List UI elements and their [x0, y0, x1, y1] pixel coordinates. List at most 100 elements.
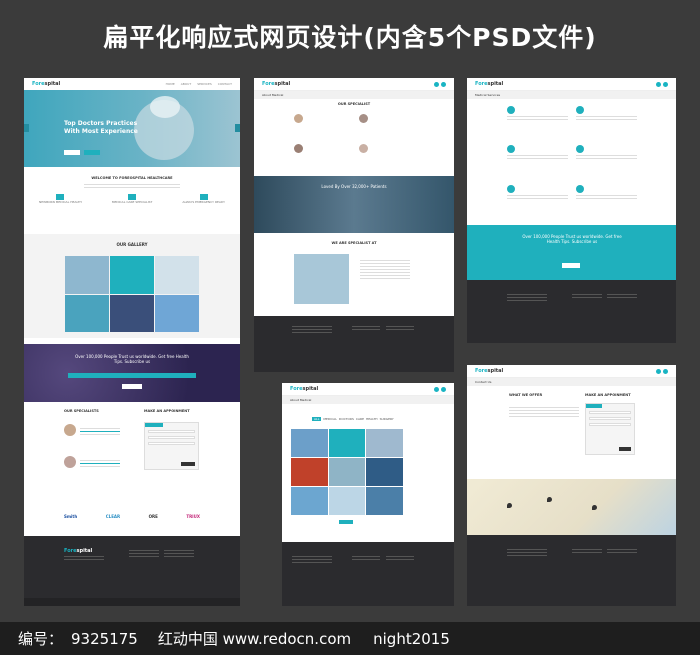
page-subheader: Medical Services [467, 91, 676, 99]
gallery-image[interactable] [155, 256, 199, 294]
name-field[interactable] [589, 411, 631, 414]
nav-bar: Forespital [467, 78, 676, 91]
form-tab[interactable] [145, 423, 163, 427]
gallery-image[interactable] [328, 429, 366, 457]
email-field[interactable] [148, 436, 195, 439]
hero-button-2[interactable] [84, 150, 100, 155]
subscribe-button[interactable] [122, 384, 142, 389]
logo[interactable]: Forespital [475, 81, 503, 87]
map-pin-icon[interactable] [507, 503, 512, 508]
nav-bar: Forespital [467, 365, 676, 378]
location-map[interactable] [467, 479, 676, 535]
nav-dot[interactable] [434, 81, 439, 87]
gallery-image[interactable] [65, 294, 109, 332]
id-value: 9325175 [71, 629, 138, 648]
gallery-image[interactable] [291, 458, 328, 486]
doctor-image [294, 254, 349, 304]
page-subheader: About Medical [254, 91, 454, 99]
load-more-button[interactable] [339, 520, 353, 524]
tab-health[interactable]: HEALTH [366, 417, 378, 421]
feature: MEDICAL CARE SPECIALIST [112, 194, 152, 204]
nav-dot[interactable] [434, 386, 439, 392]
gallery-image[interactable] [291, 487, 328, 515]
gallery-image[interactable] [328, 458, 366, 486]
gallery-image[interactable] [291, 429, 328, 457]
gallery-image[interactable] [155, 294, 199, 332]
tab-all[interactable]: ALL [312, 417, 322, 421]
avatar [64, 456, 76, 468]
gallery-image[interactable] [110, 256, 154, 294]
gallery-image[interactable] [366, 487, 403, 515]
slider-prev-icon[interactable] [24, 124, 29, 132]
date-field[interactable] [148, 442, 195, 445]
hero: Top Doctors Practices With Most Experien… [24, 90, 240, 167]
service-icon [576, 145, 584, 154]
tab-doctors[interactable]: DOCTORS [339, 417, 354, 421]
avatar [64, 424, 76, 436]
logo[interactable]: Forespital [262, 81, 290, 87]
subscribe-button[interactable] [562, 263, 580, 268]
gallery-image[interactable] [366, 458, 403, 486]
logo[interactable]: Forespital [475, 368, 503, 374]
avatar [294, 114, 303, 123]
nav-dot[interactable] [441, 386, 446, 392]
submit-button[interactable] [619, 447, 631, 451]
page-home-preview: Forespital HOME ABOUT SERVICES CONTACT T… [24, 78, 240, 606]
submit-button[interactable] [181, 462, 195, 466]
site-footer [467, 280, 676, 343]
tab-surgery[interactable]: SURGERY [380, 417, 394, 421]
nav-dot[interactable] [663, 368, 668, 374]
nav-dot[interactable] [656, 81, 661, 87]
hero-subtitle: With Most Experience [64, 128, 138, 135]
gallery-image[interactable] [328, 487, 366, 515]
site-footer [282, 542, 454, 606]
partner-logo: TRIUX [186, 514, 200, 519]
trust-text: Over 100,000 People Trust us worldwide. … [75, 354, 189, 364]
hero-button[interactable] [64, 150, 80, 155]
service-item [576, 145, 637, 176]
service-icon [576, 184, 584, 193]
appointment-heading: MAKE AN APPOINMENT [585, 393, 631, 397]
email-field[interactable] [589, 417, 631, 420]
welcome-heading: WELCOME TO FOREOSPITAL HEALTHCARE [91, 176, 173, 180]
service-item [576, 184, 637, 216]
page-gallery-preview: Forespital About Medical ALL MEDICAL DOC… [282, 383, 454, 606]
page-subheader: Contact Us [467, 378, 676, 386]
avatar [359, 144, 368, 153]
nav-dot[interactable] [663, 81, 668, 87]
nav-item[interactable]: CONTACT [218, 82, 232, 86]
nav-item[interactable]: SERVICES [197, 82, 212, 86]
id-label: 编号： [18, 630, 64, 648]
gallery-tabs: ALL MEDICAL DOCTORS CARE HEALTH SURGERY [312, 417, 394, 421]
gallery-image[interactable] [65, 256, 109, 294]
partner-logo: Smith [64, 514, 78, 519]
nav-item[interactable]: ABOUT [181, 82, 191, 86]
trust-section: Over 100,000 People Trust us worldwide. … [24, 344, 240, 402]
nav-item[interactable]: HOME [166, 82, 175, 86]
map-pin-icon[interactable] [592, 505, 597, 510]
offer-heading: WHAT WE OFFER [509, 393, 543, 397]
subscribe-input[interactable] [68, 373, 196, 378]
service-item [576, 106, 637, 137]
logo[interactable]: Forespital [32, 81, 60, 87]
partner-logo: ORE [148, 514, 158, 519]
phone-field[interactable] [589, 423, 631, 426]
specialty-list [360, 258, 410, 281]
feature: ALWAYS EMERGENCY READY [182, 194, 225, 204]
specialist-heading: OUR SPECIALIST [337, 102, 371, 106]
tab-medical[interactable]: MEDICAL [323, 417, 337, 421]
gallery-image[interactable] [110, 294, 154, 332]
logo[interactable]: Forespital [290, 386, 318, 392]
nav-dot[interactable] [656, 368, 661, 374]
map-pin-icon[interactable] [547, 497, 552, 502]
nav-dot[interactable] [441, 81, 446, 87]
gallery-image[interactable] [366, 429, 403, 457]
name-field[interactable] [148, 430, 195, 433]
footer-logo: Forespital [64, 548, 93, 554]
form-tab[interactable] [586, 404, 602, 408]
site-name[interactable]: 红动中国 www.redocn.com [158, 628, 351, 649]
slider-next-icon[interactable] [235, 124, 240, 132]
contact-form[interactable] [509, 405, 579, 419]
tab-care[interactable]: CARE [356, 417, 364, 421]
gallery-heading: OUR GALLERY [116, 242, 148, 247]
